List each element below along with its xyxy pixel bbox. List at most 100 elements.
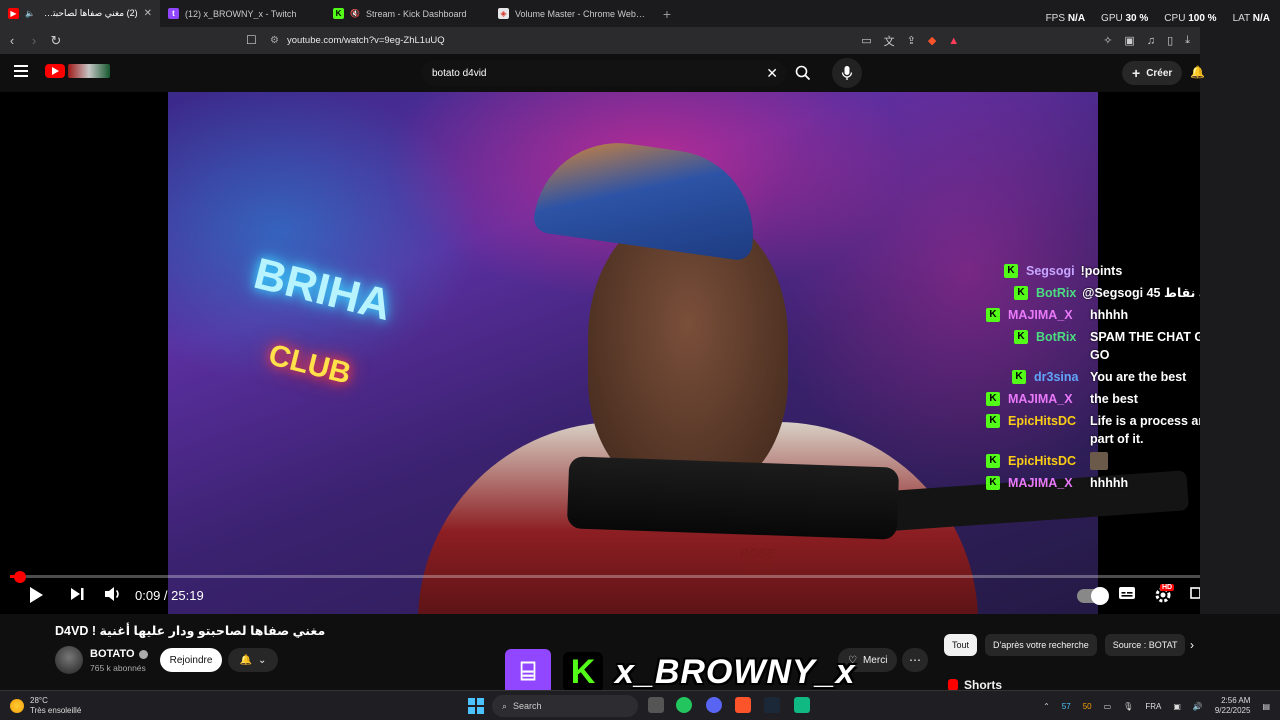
download-icon[interactable]: ⤓ — [1185, 34, 1190, 47]
browser-tab-twitch[interactable]: t (12) x_BROWNY_x - Twitch — [160, 0, 325, 27]
kick-badge-icon: K — [1014, 286, 1028, 300]
cast-icon[interactable]: ▭ — [861, 34, 871, 47]
wallet-icon[interactable]: ▣ — [1124, 34, 1134, 47]
xbox-icon[interactable] — [676, 697, 692, 713]
right-side-panel — [1200, 27, 1280, 687]
channel-name-row[interactable]: BOTATO — [90, 648, 148, 660]
chip-all[interactable]: Tout — [944, 634, 978, 656]
taskbar-search-input[interactable]: ⌕ Search — [492, 695, 638, 717]
translate-icon[interactable]: 文 — [884, 33, 895, 49]
kick-logo-icon: K — [563, 652, 603, 692]
youtube-header: botato d4vid ✕ + Créer 🔔 — [0, 54, 1205, 92]
gpu-stat: GPU 30 % — [1101, 12, 1149, 24]
player-controls: 0:09 / 25:19 HD — [0, 580, 1200, 612]
chat-message: K MAJIMA_X hhhhh — [986, 474, 1200, 492]
discord-icon[interactable] — [706, 697, 722, 713]
chat-message: KEpicHitsDCLife is a process and you are… — [986, 412, 1200, 448]
close-tab-icon[interactable]: ✕ — [144, 8, 152, 19]
extension-icons: ▭ 文 ⇪ ◆ ▲ ✧ ▣ ♫ ▯ ⤓ — [861, 27, 1190, 54]
volume-button[interactable] — [104, 586, 122, 602]
mic-tray-icon[interactable]: 🎙 — [1123, 702, 1133, 711]
miniplayer-button[interactable] — [1190, 586, 1200, 600]
muted-speaker-icon[interactable]: 🔇 — [350, 9, 360, 18]
brave-shield-icon[interactable]: ◆ — [928, 34, 936, 47]
lat-stat: LAT N/A — [1232, 12, 1270, 24]
windows-start-icon[interactable] — [468, 698, 484, 714]
search-input[interactable]: botato d4vid ✕ — [422, 60, 786, 86]
chevron-right-icon[interactable]: › — [1190, 638, 1194, 652]
youtube-logo-icon[interactable] — [45, 64, 65, 78]
notification-center-icon[interactable]: ▤ — [1262, 702, 1270, 711]
youtube-doodle-icon[interactable] — [68, 64, 110, 78]
notifications-icon[interactable]: 🔔 — [1190, 65, 1205, 79]
chat-message: KBotRixSPAM THE CHAT GO GO GO GO — [1014, 328, 1200, 364]
steam-icon[interactable] — [764, 697, 780, 713]
create-button[interactable]: + Créer — [1122, 61, 1183, 85]
channel-name[interactable]: BOTATO — [90, 648, 135, 660]
join-button[interactable]: Rejoindre — [160, 648, 222, 672]
speaker-tray-icon[interactable]: 🔊 — [1193, 702, 1203, 711]
create-label: Créer — [1146, 67, 1173, 79]
share-icon[interactable]: ⇪ — [907, 34, 916, 47]
extensions-icon[interactable]: ✧ — [1103, 34, 1112, 47]
kick-badge-icon: K — [1014, 330, 1028, 344]
shirt-text: ROSE 1871 — [739, 546, 777, 575]
back-icon[interactable]: ‹ — [2, 33, 22, 48]
subtitles-button[interactable] — [1118, 586, 1136, 600]
video-frame: BRIHA CLUB ROSE 1871 — [168, 92, 1189, 614]
kick-icon: K — [333, 8, 344, 19]
search-button[interactable] — [790, 60, 816, 86]
next-button[interactable] — [69, 586, 85, 602]
cpu-stat: CPU 100 % — [1164, 12, 1217, 24]
forward-icon[interactable]: › — [24, 33, 44, 48]
chip-source[interactable]: Source : BOTAT — [1104, 634, 1186, 656]
clear-search-icon[interactable]: ✕ — [766, 65, 778, 82]
tab-title: (2) مغني صفاها لصاحبتو ودار — [41, 8, 138, 18]
tray-stat-1: 57 — [1061, 701, 1071, 711]
browser-tab-kick[interactable]: K 🔇 Stream - Kick Dashboard — [325, 0, 490, 27]
hd-badge-icon: HD — [1160, 584, 1175, 591]
brave-rewards-icon[interactable]: ▲ — [948, 35, 959, 47]
app-icon[interactable] — [794, 697, 810, 713]
tab-title: Stream - Kick Dashboard — [365, 8, 467, 19]
clock[interactable]: 2:56 AM 9/22/2025 — [1215, 696, 1251, 716]
miniplayer-icon — [1190, 587, 1200, 599]
next-icon — [71, 588, 84, 600]
address-bar-row: ‹ › ↻ ☐ ⚙ youtube.com/watch?v=9eg-ZhL1uU… — [0, 27, 1200, 54]
system-tray: ⌃ 57 50 ▭ 🎙 FRA ▣ 🔊 2:56 AM 9/22/2025 ▤ — [1043, 695, 1270, 717]
browser-tab-youtube[interactable]: ▶ 🔈 (2) مغني صفاها لصاحبتو ودار ✕ — [0, 0, 160, 27]
site-info-icon[interactable]: ⚙ — [270, 35, 279, 46]
media-icon[interactable]: ♫ — [1147, 35, 1155, 47]
video-player[interactable]: BRIHA CLUB ROSE 1871 K Segsogi !points K Bo… — [0, 92, 1200, 614]
voice-search-button[interactable] — [832, 58, 862, 88]
verified-icon — [138, 649, 148, 659]
channel-avatar[interactable] — [55, 646, 83, 674]
browser-tab-chrome-web-store[interactable]: ◈ Volume Master - Chrome Web Store — [490, 0, 655, 27]
sidebar-icon[interactable]: ▯ — [1167, 34, 1173, 47]
chip-from-search[interactable]: D'après votre recherche — [985, 634, 1097, 656]
play-button[interactable] — [28, 586, 44, 604]
speaker-icon[interactable]: 🔈 — [25, 9, 35, 18]
neon-sign-text-2: CLUB — [265, 338, 355, 391]
network-icon[interactable]: ▣ — [1173, 702, 1181, 711]
kick-badge-icon: K — [986, 476, 1000, 490]
brave-browser-icon[interactable] — [735, 697, 751, 713]
new-tab-button[interactable]: + — [655, 6, 679, 22]
video-person-head — [588, 212, 788, 492]
subscription-bell-button[interactable]: 🔔 ⌄ — [228, 648, 278, 672]
hamburger-menu-icon[interactable] — [14, 65, 28, 77]
fps-stat: FPS N/A — [1045, 12, 1086, 24]
weather-widget[interactable]: 28°C Très ensoleillé — [10, 696, 81, 716]
video-progress-bar[interactable] — [10, 575, 1200, 578]
play-icon — [30, 587, 43, 603]
language-indicator[interactable]: FRA — [1145, 702, 1161, 711]
task-view-icon[interactable] — [648, 697, 664, 713]
plus-icon: + — [1132, 65, 1141, 81]
reload-icon[interactable]: ↻ — [46, 33, 66, 49]
sun-icon — [10, 699, 24, 713]
chevron-up-icon[interactable]: ⌃ — [1043, 702, 1050, 711]
bookmark-icon[interactable]: ☐ — [246, 33, 257, 47]
monitor-icon[interactable]: ▭ — [1104, 702, 1112, 711]
more-actions-button[interactable]: ⋯ — [902, 648, 928, 672]
autoplay-toggle[interactable] — [1077, 587, 1109, 605]
